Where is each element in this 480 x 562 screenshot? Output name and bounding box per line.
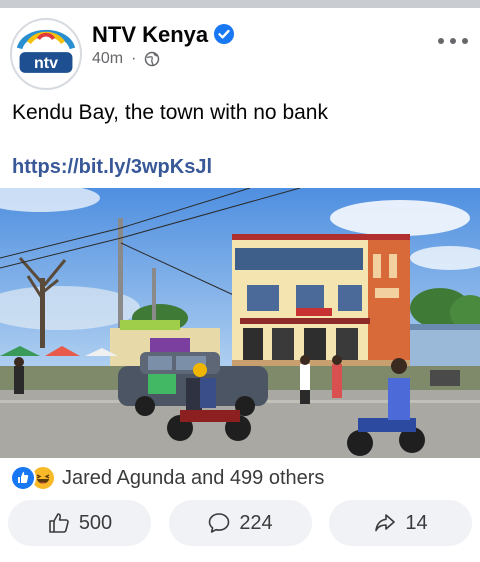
share-count: 14 <box>405 511 428 534</box>
meta-separator: · <box>131 50 137 67</box>
comment-button[interactable]: 224 <box>168 500 312 546</box>
post-text: Kendu Bay, the town with no bank <box>12 101 328 124</box>
post-meta: 40m · <box>92 50 160 68</box>
ntv-logo: ntv <box>13 21 79 87</box>
post-link[interactable]: https://bit.ly/3wpKsJl <box>12 156 212 179</box>
page-avatar[interactable]: ntv <box>10 18 82 90</box>
kendu-bay-street-photo <box>0 188 480 458</box>
more-dot <box>438 38 444 44</box>
more-dot <box>450 38 456 44</box>
more-dot <box>462 38 468 44</box>
more-options-icon[interactable] <box>438 34 468 48</box>
thumbs-up-icon <box>49 513 69 533</box>
globe-icon <box>145 51 160 67</box>
reactions-summary[interactable]: Jared Agunda and 499 others <box>10 464 324 492</box>
post-header: ntv NTV Kenya 40m · <box>0 8 480 90</box>
page-name[interactable]: NTV Kenya <box>92 22 208 48</box>
post-photo[interactable] <box>0 188 480 458</box>
reactions-text[interactable]: Jared Agunda and 499 others <box>62 467 324 490</box>
like-count: 500 <box>78 511 113 534</box>
logo-wordmark: ntv <box>34 54 58 72</box>
comment-count: 224 <box>239 511 273 534</box>
post-timestamp[interactable]: 40m <box>92 50 123 68</box>
top-divider <box>0 0 480 8</box>
comment-icon <box>209 513 230 533</box>
post-actions-bar: 500 224 14 <box>8 500 472 546</box>
verified-badge-icon <box>214 24 234 44</box>
like-reaction-icon <box>10 465 36 491</box>
share-icon <box>375 514 396 532</box>
like-button[interactable]: 500 <box>8 500 151 546</box>
share-button[interactable]: 14 <box>329 500 472 546</box>
